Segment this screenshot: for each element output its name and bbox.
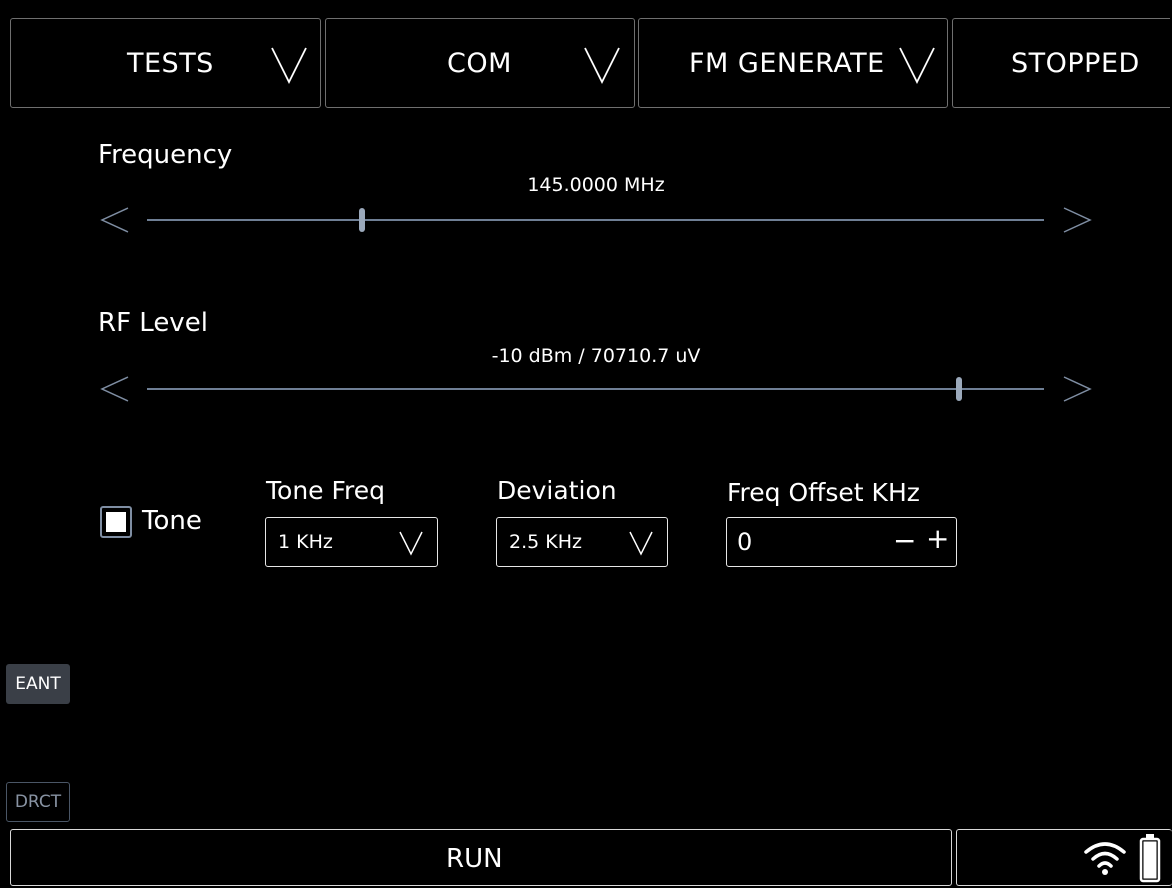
drct-button[interactable]: DRCT xyxy=(6,782,70,822)
tests-dropdown[interactable]: TESTS xyxy=(10,18,321,108)
chevron-right-icon[interactable] xyxy=(1062,374,1092,404)
chevron-right-icon[interactable] xyxy=(1062,205,1092,235)
mode-dropdown[interactable]: FM GENERATE xyxy=(638,18,948,108)
rf-level-slider-thumb[interactable] xyxy=(955,377,962,401)
frequency-value: 145.0000 MHz xyxy=(527,174,665,196)
deviation-label: Deviation xyxy=(497,476,617,505)
chevron-down-icon xyxy=(629,531,653,556)
tone-freq-value: 1 KHz xyxy=(278,531,333,553)
chevron-down-icon xyxy=(899,47,935,85)
tone-freq-label: Tone Freq xyxy=(266,476,386,505)
rf-level-slider[interactable] xyxy=(147,375,1044,403)
rf-level-slider-track xyxy=(147,388,1044,390)
status-tray xyxy=(956,829,1172,886)
wifi-icon xyxy=(1084,842,1126,875)
chevron-down-icon xyxy=(399,531,423,556)
freq-offset-field[interactable]: 0 − + xyxy=(726,517,957,567)
com-dropdown[interactable]: COM xyxy=(325,18,635,108)
rf-level-label: RF Level xyxy=(98,308,208,338)
chevron-down-icon xyxy=(584,47,620,85)
frequency-slider-thumb[interactable] xyxy=(359,208,366,232)
tone-label: Tone xyxy=(142,506,202,536)
deviation-value: 2.5 KHz xyxy=(509,531,582,553)
tone-checkbox[interactable] xyxy=(100,506,132,538)
eant-button[interactable]: EANT xyxy=(6,664,70,704)
freq-offset-plus-button[interactable]: + xyxy=(926,522,949,555)
chevron-down-icon xyxy=(271,47,307,85)
frequency-slider[interactable] xyxy=(147,206,1044,234)
freq-offset-minus-button[interactable]: − xyxy=(893,524,916,557)
tone-freq-select[interactable]: 1 KHz xyxy=(265,517,438,567)
frequency-label: Frequency xyxy=(98,140,233,170)
run-button[interactable]: RUN xyxy=(10,829,952,886)
chevron-left-icon[interactable] xyxy=(100,205,130,235)
freq-offset-value: 0 xyxy=(737,528,753,556)
status-label: STOPPED xyxy=(1011,47,1140,79)
com-label: COM xyxy=(447,47,512,79)
deviation-select[interactable]: 2.5 KHz xyxy=(496,517,668,567)
mode-label: FM GENERATE xyxy=(689,47,885,79)
tests-label: TESTS xyxy=(127,47,214,79)
freq-offset-label: Freq Offset KHz xyxy=(727,478,920,507)
rf-level-value: -10 dBm / 70710.7 uV xyxy=(491,345,701,367)
run-label: RUN xyxy=(446,844,503,874)
frequency-slider-track xyxy=(147,219,1044,221)
status-button[interactable]: STOPPED xyxy=(952,18,1170,108)
tone-checkbox-box xyxy=(106,512,126,532)
chevron-left-icon[interactable] xyxy=(100,374,130,404)
battery-icon xyxy=(1139,834,1161,883)
